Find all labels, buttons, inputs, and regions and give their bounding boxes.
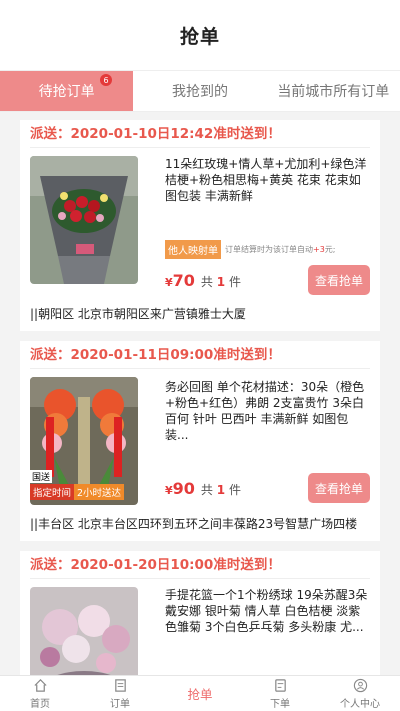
time-badge: 指定时间 2小时送达 [30, 483, 125, 500]
order-card: 派送：2020-01-10日12:42准时送到！ 11朵红玫瑰+情人草+尤加利+… [20, 120, 380, 331]
page-title: 抢单 [179, 25, 220, 48]
app-header: 抢单 [0, 0, 400, 70]
tag-note: 订单结算时为该订单自动 [225, 245, 313, 254]
delivery-time: 派送：2020-01-20日10:00准时送到！ [30, 551, 370, 579]
tabbar-label: 订单 [110, 698, 130, 710]
time-badge-value: 2小时送达 [74, 483, 125, 500]
tag-plus: +3 [313, 245, 325, 254]
image-tag: 国送 [30, 470, 53, 483]
order-list: 派送：2020-01-10日12:42准时送到！ 11朵红玫瑰+情人草+尤加利+… [0, 112, 400, 711]
delivery-address: ||朝阳区 北京市朝阳区来广营镇雅士大厦 [30, 307, 246, 321]
tabbar-grab[interactable]: 抢单 [160, 676, 240, 711]
tabbar-place-order[interactable]: 下单 [240, 676, 320, 711]
order-icon [114, 678, 126, 692]
product-image[interactable]: 国送 指定时间 2小时送达 [30, 377, 138, 505]
product-description: 务必回图 单个花材描述：30朵（橙色+粉色+红色）弗朗 2支富贵竹 3朵白百何 … [165, 380, 365, 442]
tabbar-label: 个人中心 [340, 698, 380, 710]
tab-pending-orders[interactable]: 待抢订单 6 [0, 71, 134, 111]
qty-value: 1 [216, 482, 226, 497]
price-value: 90 [172, 478, 195, 498]
product-image[interactable] [30, 156, 138, 284]
product-description: 手提花篮一个1个粉绣球 19朵苏醒3朵 戴安娜 银叶菊 情人草 白色桔梗 淡紫色… [165, 588, 368, 634]
count-badge: 6 [100, 74, 112, 86]
qty-prefix: 共 [200, 482, 213, 497]
time-badge-label: 指定时间 [30, 483, 75, 500]
delivery-time: 派送：2020-01-10日12:42准时送到！ [30, 120, 370, 148]
tab-city-all-orders[interactable]: 当前城市所有订单 [267, 71, 400, 111]
tag-suffix: 元; [324, 245, 336, 254]
bottom-tab-bar: 首页 订单 抢单 下单 个人中心 [0, 675, 400, 711]
place-order-icon [274, 678, 286, 692]
price: ¥70 [165, 271, 195, 290]
delivery-address: ||丰台区 北京丰台区四环到五环之间丰葆路23号智慧广场四楼 [30, 517, 358, 531]
qty-suffix: 件 [228, 482, 241, 497]
view-grab-button[interactable]: 查看抢单 [308, 265, 370, 295]
tab-label: 待抢订单 [38, 84, 95, 100]
qty-value: 1 [216, 274, 226, 289]
tab-my-grabbed[interactable]: 我抢到的 [133, 71, 266, 111]
currency-symbol: ¥ [165, 483, 173, 497]
tabbar-orders[interactable]: 订单 [80, 676, 160, 711]
tabbar-label: 首页 [30, 698, 50, 710]
price: ¥90 [165, 479, 195, 498]
user-icon [353, 678, 367, 692]
tabbar-label: 抢单 [187, 687, 213, 702]
delivery-time: 派送：2020-01-11日09:00准时送到！ [30, 341, 370, 369]
currency-symbol: ¥ [165, 275, 173, 289]
order-card: 派送：2020-01-11日09:00准时送到！ 国送 指定时间 2小时送达 务… [20, 341, 380, 541]
tab-label: 我抢到的 [171, 84, 228, 100]
view-grab-button[interactable]: 查看抢单 [308, 473, 370, 503]
tabbar-profile[interactable]: 个人中心 [320, 676, 400, 711]
mapped-order-tag: 他人映射单 [165, 240, 221, 259]
tabbar-label: 下单 [270, 698, 290, 710]
quantity: 共 1 件 [201, 481, 241, 498]
quantity: 共 1 件 [201, 273, 241, 290]
mapped-order-note: 他人映射单 订单结算时为该订单自动 +3 元; [165, 240, 370, 259]
price-value: 70 [172, 270, 195, 290]
qty-prefix: 共 [200, 274, 213, 289]
order-tabs: 待抢订单 6 我抢到的 当前城市所有订单 [0, 70, 400, 112]
tabbar-home[interactable]: 首页 [0, 676, 80, 711]
product-description: 11朵红玫瑰+情人草+尤加利+绿色洋桔梗+粉色相思梅+黄英 花束 花束如图包装 … [165, 157, 367, 203]
home-icon [33, 678, 47, 692]
qty-suffix: 件 [228, 274, 241, 289]
tab-label: 当前城市所有订单 [277, 84, 390, 100]
